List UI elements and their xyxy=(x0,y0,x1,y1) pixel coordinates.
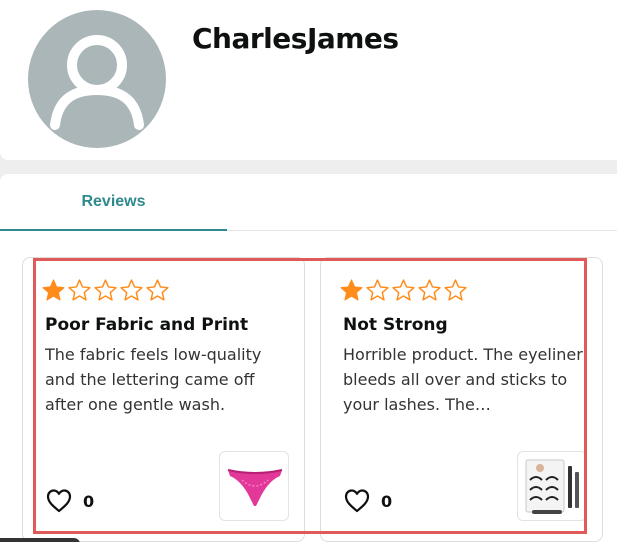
helpful-count: 0 xyxy=(83,491,95,511)
review-card[interactable]: Not Strong Horrible product. The eyeline… xyxy=(320,257,603,542)
heart-icon[interactable] xyxy=(45,488,73,514)
reviews-section: Reviews Poor Fabric and Print The fabric… xyxy=(0,174,617,542)
helpful-vote: 0 xyxy=(343,488,392,514)
bottom-edge-tab xyxy=(0,538,80,542)
review-text: Horrible product. The eyeliner bleeds al… xyxy=(343,345,583,414)
star-empty-icon xyxy=(418,279,441,301)
star-rating xyxy=(339,278,468,303)
star-empty-icon xyxy=(366,279,389,301)
pink-lace-thong-product-icon xyxy=(227,469,283,506)
review-title: Poor Fabric and Print xyxy=(45,315,249,335)
star-empty-icon xyxy=(94,279,117,301)
tab-reviews[interactable]: Reviews xyxy=(0,174,227,231)
profile-header: CharlesJames xyxy=(0,0,617,160)
review-text: The fabric feels low-quality and the let… xyxy=(45,345,262,414)
profile-name: CharlesJames xyxy=(192,22,399,55)
product-thumbnail[interactable] xyxy=(219,451,289,521)
avatar xyxy=(28,10,166,148)
heart-icon[interactable] xyxy=(343,488,371,514)
helpful-vote: 0 xyxy=(45,488,94,514)
tab-reviews-label: Reviews xyxy=(81,192,146,210)
review-body: Horrible product. The eyeliner bleeds al… xyxy=(343,342,583,417)
star-empty-icon xyxy=(146,279,169,301)
star-filled-icon xyxy=(340,279,363,301)
star-filled-icon xyxy=(42,279,65,301)
tab-bar: Reviews xyxy=(0,174,617,231)
review-card[interactable]: Poor Fabric and Print The fabric feels l… xyxy=(22,257,305,542)
user-silhouette-icon xyxy=(50,35,144,130)
star-empty-icon xyxy=(68,279,91,301)
star-empty-icon xyxy=(444,279,467,301)
helpful-count: 0 xyxy=(381,491,393,511)
product-thumbnail[interactable] xyxy=(517,451,587,521)
review-body: The fabric feels low-quality and the let… xyxy=(45,342,285,417)
star-empty-icon xyxy=(120,279,143,301)
review-title: Not Strong xyxy=(343,315,448,335)
star-rating xyxy=(41,278,170,303)
magnetic-eyelash-kit-product-icon xyxy=(525,459,579,514)
star-empty-icon xyxy=(392,279,415,301)
